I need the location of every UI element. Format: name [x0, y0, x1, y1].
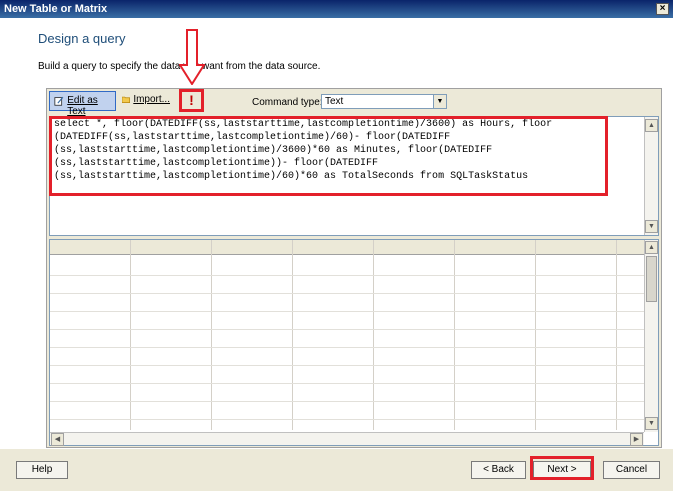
- grid-row-line: [50, 275, 644, 276]
- command-type-value: Text: [325, 96, 344, 107]
- next-highlight-box: [530, 456, 594, 480]
- command-type-select[interactable]: Text ▼: [321, 94, 447, 109]
- results-grid: [49, 239, 659, 446]
- scroll-up-icon[interactable]: ▲: [645, 241, 658, 254]
- window-title: New Table or Matrix: [4, 3, 108, 15]
- run-exclamation-icon: !: [189, 92, 194, 108]
- edit-as-text-icon: [54, 96, 64, 106]
- scroll-thumb[interactable]: [646, 256, 657, 302]
- cancel-button[interactable]: Cancel: [603, 461, 660, 479]
- chevron-down-icon[interactable]: ▼: [433, 95, 446, 108]
- scroll-left-icon[interactable]: ◀: [51, 433, 64, 446]
- grid-row-line: [50, 347, 644, 348]
- scroll-right-icon[interactable]: ▶: [630, 433, 643, 446]
- grid-row-line: [50, 365, 644, 366]
- help-button[interactable]: Help: [16, 461, 68, 479]
- import-label: Import...: [133, 94, 170, 105]
- sql-editor-scrollbar[interactable]: ▲ ▼: [644, 117, 658, 235]
- sql-highlight-box: [49, 116, 608, 196]
- scroll-down-icon[interactable]: ▼: [645, 417, 658, 430]
- edit-as-text-button[interactable]: Edit as Text: [49, 91, 116, 117]
- run-query-button[interactable]: !: [179, 89, 204, 112]
- grid-row-line: [50, 419, 644, 420]
- command-type-label: Command type:: [252, 97, 323, 108]
- grid-row-line: [50, 329, 644, 330]
- page-title: Design a query: [38, 31, 126, 46]
- close-icon[interactable]: ×: [656, 3, 669, 15]
- grid-row-line: [50, 293, 644, 294]
- grid-row-line: [50, 401, 644, 402]
- results-vertical-scrollbar[interactable]: ▲ ▼: [644, 240, 658, 432]
- edit-as-text-label: Edit as Text: [67, 95, 98, 117]
- import-folder-icon: [122, 96, 130, 103]
- back-button[interactable]: < Back: [471, 461, 526, 479]
- down-arrow-annotation-icon: [179, 29, 205, 85]
- window-titlebar: New Table or Matrix ×: [0, 0, 673, 18]
- import-button[interactable]: Import...: [118, 91, 174, 111]
- results-horizontal-scrollbar[interactable]: ◀ ▶: [50, 432, 644, 446]
- grid-row-line: [50, 383, 644, 384]
- grid-header-row: [50, 240, 645, 255]
- grid-row-line: [50, 311, 644, 312]
- scroll-up-icon[interactable]: ▲: [645, 119, 658, 132]
- scroll-down-icon[interactable]: ▼: [645, 220, 658, 233]
